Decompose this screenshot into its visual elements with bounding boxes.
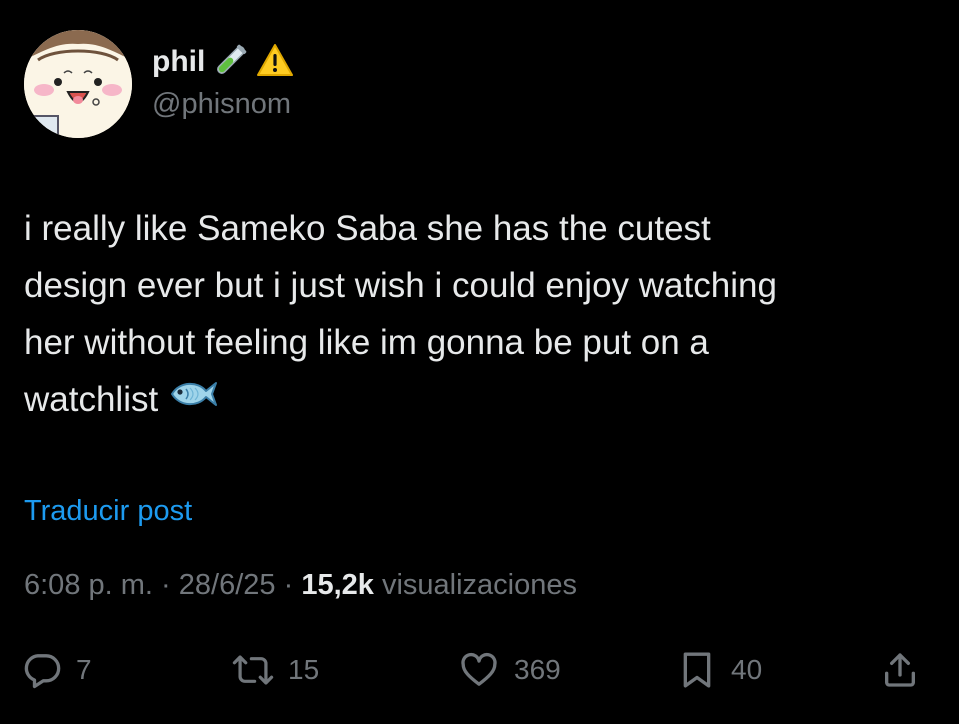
post-time[interactable]: 6:08 p. m. xyxy=(24,569,153,601)
like-count: 369 xyxy=(514,654,561,685)
display-name[interactable]: phil xyxy=(152,42,205,82)
share-icon xyxy=(885,653,915,687)
author-handle[interactable]: @phisnom xyxy=(152,86,291,122)
post-text-line: her without feeling like im gonna be put… xyxy=(24,323,709,362)
post-text-line: watchlist xyxy=(24,380,159,419)
post-text-line-last: watchlist xyxy=(24,371,939,430)
post-date[interactable]: 28/6/25 xyxy=(179,569,276,601)
post-metadata: 6:08 p. m. · 28/6/25 · 15,2k visualizaci… xyxy=(24,565,577,605)
test-tube-emoji xyxy=(213,42,249,83)
avatar-image xyxy=(24,30,132,138)
meta-separator: · xyxy=(161,569,171,601)
views-count: 15,2k xyxy=(301,569,374,601)
post-text-line: design ever but i just wish i could enjo… xyxy=(24,266,777,305)
share-button[interactable] xyxy=(880,640,920,700)
bookmark-button[interactable]: 40 xyxy=(677,640,762,700)
post-text-line: i really like Sameko Saba she has the cu… xyxy=(24,209,711,248)
views-label: visualizaciones xyxy=(381,569,578,601)
repost-icon xyxy=(232,655,274,685)
meta-separator: · xyxy=(283,569,294,601)
reply-count: 7 xyxy=(76,654,92,685)
repost-button[interactable]: 15 xyxy=(232,640,319,700)
post-text: i really like Sameko Saba she has the cu… xyxy=(24,200,939,430)
bookmark-count: 40 xyxy=(731,654,763,685)
author-name-row[interactable]: phil xyxy=(152,40,294,84)
reply-icon xyxy=(24,654,61,689)
warning-emoji xyxy=(257,43,294,82)
repost-count: 15 xyxy=(288,654,320,685)
avatar[interactable] xyxy=(24,30,132,138)
heart-icon xyxy=(461,652,497,686)
post-detail: phil @phisnom i really like Sameko Saba … xyxy=(0,0,959,724)
fish-emoji xyxy=(170,369,218,426)
action-bar: 7 15 369 40 xyxy=(0,640,959,700)
bookmark-icon xyxy=(683,652,711,688)
translate-post-link[interactable]: Traducir post xyxy=(24,492,192,530)
reply-button[interactable]: 7 xyxy=(22,640,92,700)
like-button[interactable]: 369 xyxy=(458,640,561,700)
